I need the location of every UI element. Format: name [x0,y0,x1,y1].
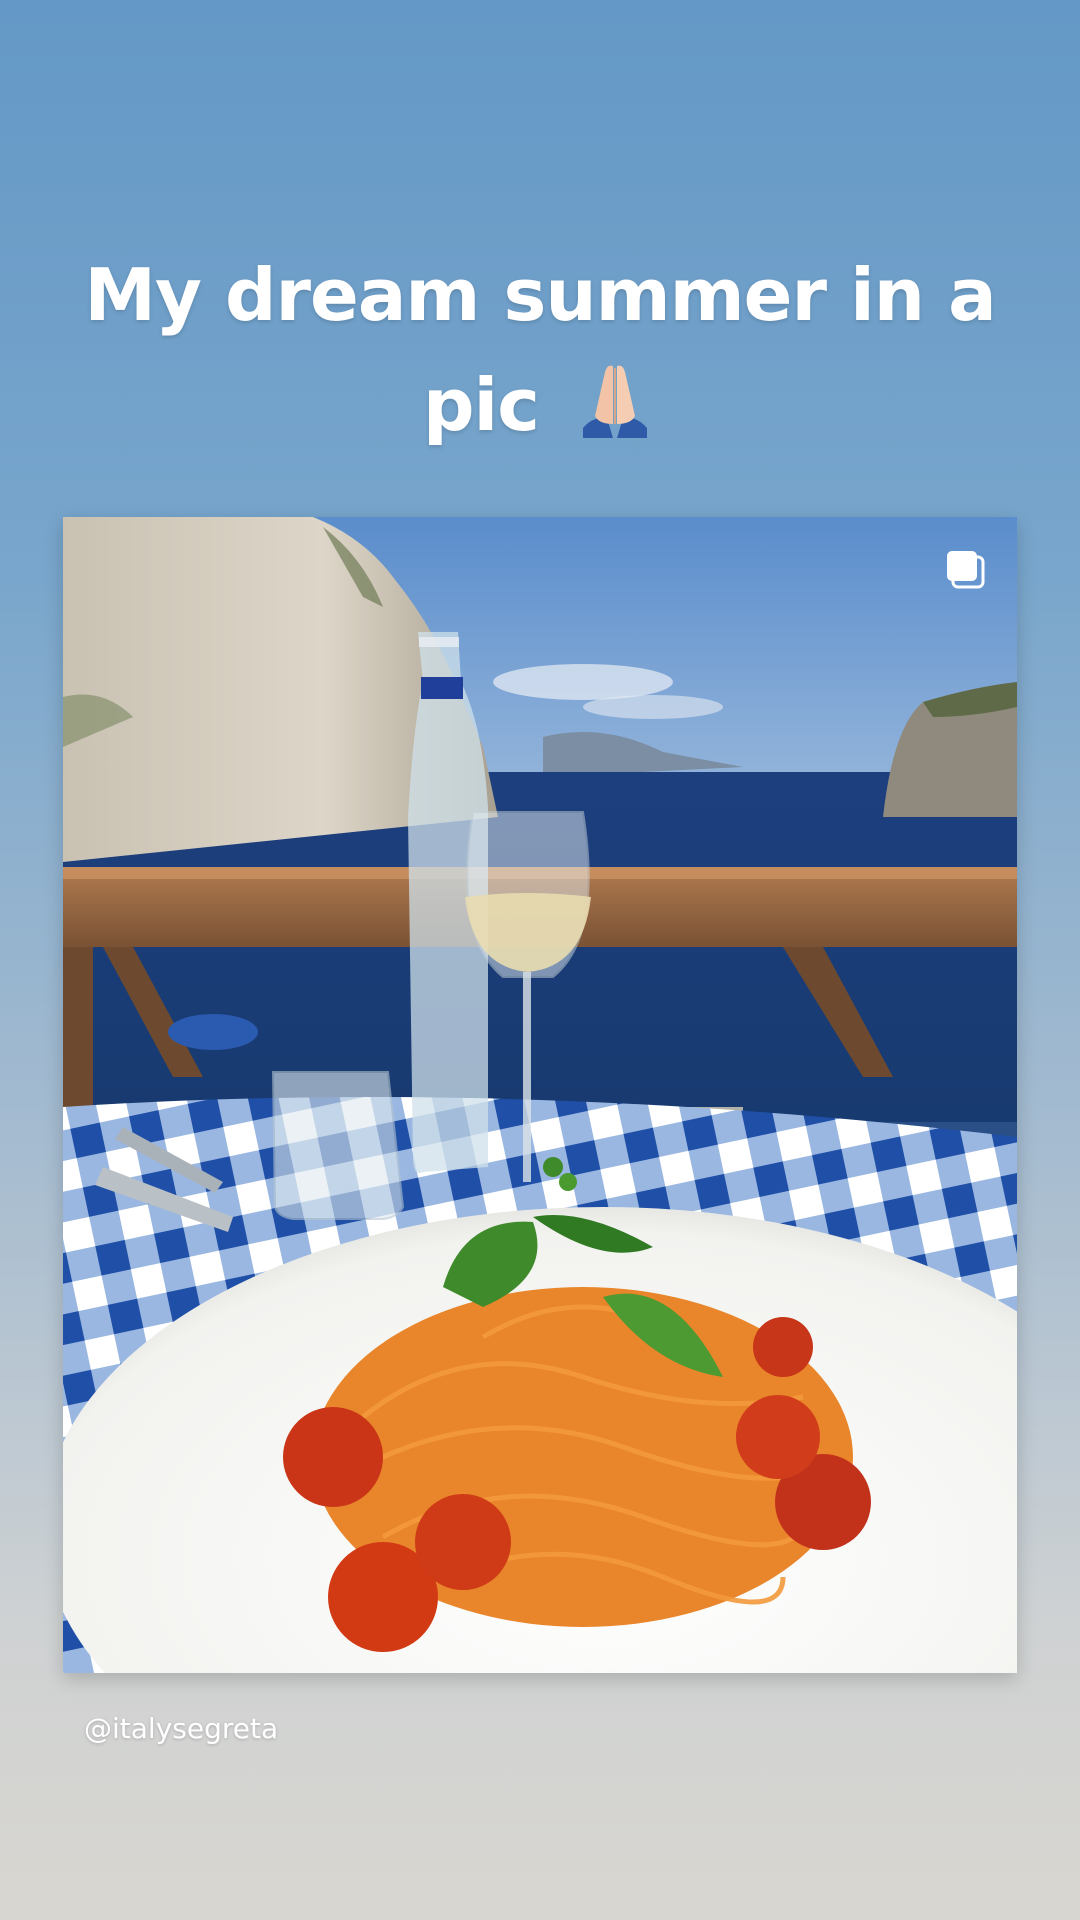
shared-post-photo[interactable] [63,517,1017,1673]
post-author-handle[interactable]: @italysegreta [84,1712,278,1745]
spaghetti-terrace-photo [63,517,1017,1673]
folded-hands-icon [582,365,647,438]
caption-text: My dream summer in a pic [84,253,996,447]
story-caption: My dream summer in a pic [60,240,1020,460]
carousel-icon [947,551,985,589]
